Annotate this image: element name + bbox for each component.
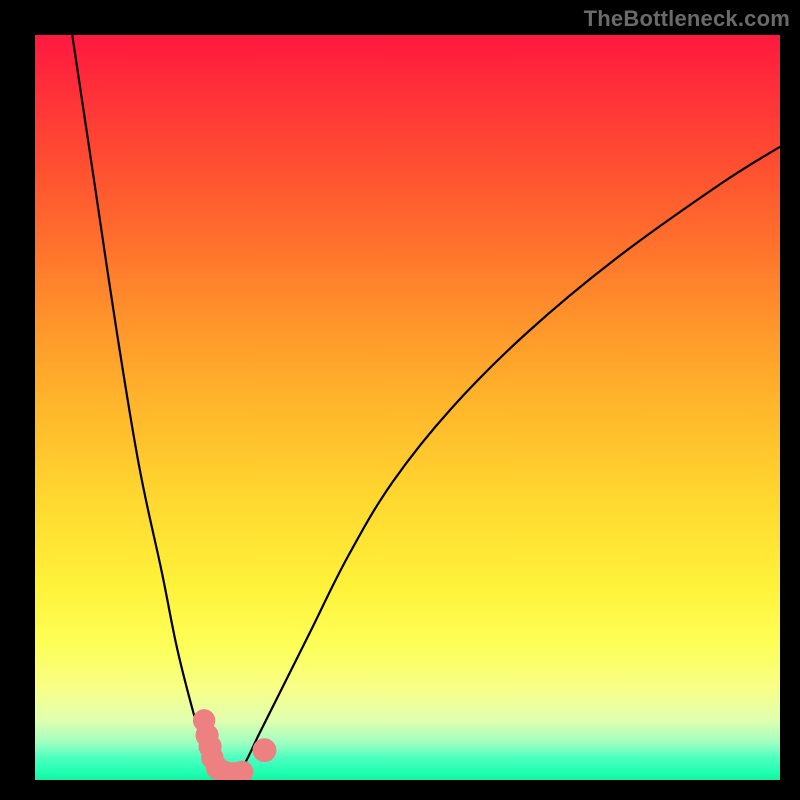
- figure-frame: TheBottleneck.com: [0, 0, 800, 800]
- data-marker: [253, 738, 277, 762]
- plot-area: [35, 35, 780, 780]
- left-branch-curve: [72, 35, 228, 780]
- curve-group: [72, 35, 780, 780]
- chart-svg: [35, 35, 780, 780]
- watermark-text: TheBottleneck.com: [584, 6, 790, 32]
- marker-group: [193, 709, 277, 780]
- right-branch-curve: [229, 147, 780, 780]
